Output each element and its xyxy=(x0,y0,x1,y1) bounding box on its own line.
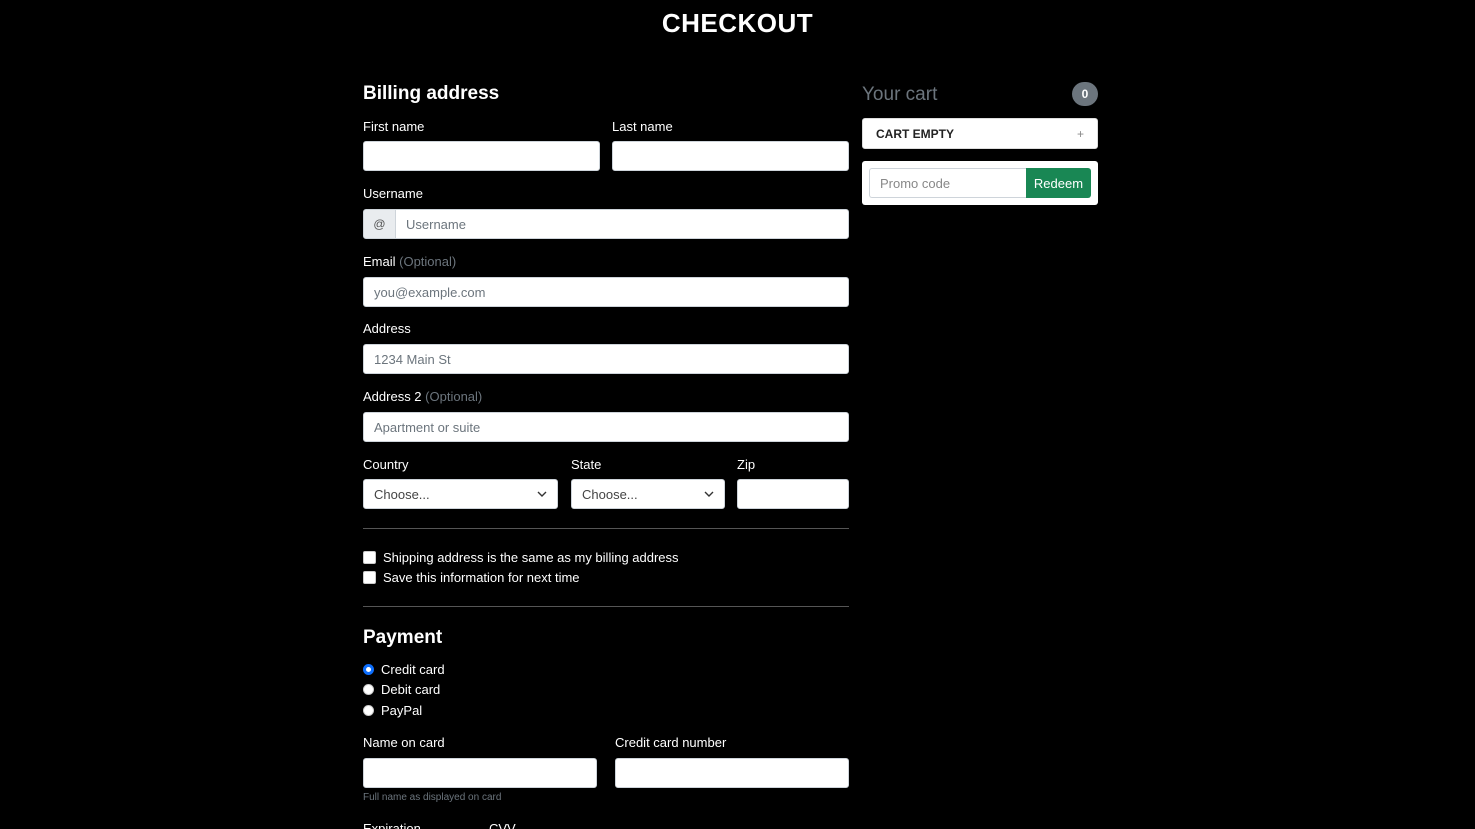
save-info-checkbox[interactable] xyxy=(363,571,376,584)
country-select[interactable]: Choose... xyxy=(363,479,558,509)
name-on-card-help: Full name as displayed on card xyxy=(363,792,502,803)
address2-input[interactable]: Apartment or suite xyxy=(363,412,849,442)
page-title: CHECKOUT xyxy=(661,8,814,38)
state-label: State xyxy=(571,457,602,472)
checkout-page: CHECKOUT Billing address First name Last… xyxy=(0,0,1475,829)
card-number-input[interactable] xyxy=(615,758,849,788)
address2-optional-text: (Optional) xyxy=(425,389,483,404)
first-name-label: First name xyxy=(363,119,425,134)
address2-placeholder: Apartment or suite xyxy=(374,419,481,435)
credit-card-label: Credit card xyxy=(381,662,445,677)
same-address-checkbox[interactable] xyxy=(363,551,376,564)
billing-heading: Billing address xyxy=(363,83,500,104)
address2-label-text: Address 2 xyxy=(363,389,422,404)
name-on-card-input[interactable] xyxy=(363,758,597,788)
chevron-down-icon xyxy=(704,491,714,497)
chevron-down-icon xyxy=(537,491,547,497)
email-input[interactable]: you@example.com xyxy=(363,277,849,307)
promo-form: Promo code Redeem xyxy=(862,161,1098,205)
payment-method-credit[interactable]: Credit card xyxy=(363,662,445,677)
state-selected: Choose... xyxy=(582,486,638,502)
email-label-text: Email xyxy=(363,254,396,269)
address-label: Address xyxy=(363,321,411,336)
section-divider xyxy=(363,528,849,529)
email-label: Email (Optional) xyxy=(363,254,456,269)
same-address-label: Shipping address is the same as my billi… xyxy=(383,550,679,565)
save-info-label: Save this information for next time xyxy=(383,570,580,585)
payment-method-paypal[interactable]: PayPal xyxy=(363,703,422,718)
cart-count-badge: 0 xyxy=(1072,82,1098,106)
country-label: Country xyxy=(363,457,409,472)
address2-label: Address 2 (Optional) xyxy=(363,389,482,404)
zip-input[interactable] xyxy=(737,479,849,509)
card-number-label: Credit card number xyxy=(615,735,727,750)
zip-label: Zip xyxy=(737,457,756,472)
promo-placeholder: Promo code xyxy=(880,175,951,191)
cart-heading: Your cart xyxy=(862,84,938,105)
state-select[interactable]: Choose... xyxy=(571,479,725,509)
email-optional-text: (Optional) xyxy=(399,254,457,269)
email-placeholder: you@example.com xyxy=(374,284,486,300)
paypal-radio[interactable] xyxy=(363,705,374,716)
username-input[interactable]: Username xyxy=(395,209,849,239)
cart-empty-item: CART EMPTY + xyxy=(862,118,1098,149)
last-name-label: Last name xyxy=(612,119,673,134)
plus-icon[interactable]: + xyxy=(1077,127,1084,141)
payment-heading: Payment xyxy=(363,627,443,648)
username-placeholder: Username xyxy=(406,216,466,232)
redeem-button[interactable]: Redeem xyxy=(1026,168,1091,198)
debit-card-label: Debit card xyxy=(381,682,441,697)
section-divider xyxy=(363,606,849,607)
promo-code-input[interactable]: Promo code xyxy=(869,168,1027,198)
same-address-option[interactable]: Shipping address is the same as my billi… xyxy=(363,550,679,565)
cart-empty-label: CART EMPTY xyxy=(876,126,954,141)
name-on-card-label: Name on card xyxy=(363,735,445,750)
last-name-input[interactable] xyxy=(612,141,849,171)
country-selected: Choose... xyxy=(374,486,430,502)
payment-method-debit[interactable]: Debit card xyxy=(363,682,440,697)
debit-card-radio[interactable] xyxy=(363,684,374,695)
expiration-label: Expiration xyxy=(363,821,421,829)
cvv-label: CVV xyxy=(489,821,516,829)
paypal-label: PayPal xyxy=(381,703,423,718)
address-placeholder: 1234 Main St xyxy=(374,351,451,367)
credit-card-radio[interactable] xyxy=(363,664,374,675)
first-name-input[interactable] xyxy=(363,141,600,171)
username-prefix: @ xyxy=(363,209,396,239)
address-input[interactable]: 1234 Main St xyxy=(363,344,849,374)
save-info-option[interactable]: Save this information for next time xyxy=(363,570,580,585)
username-label: Username xyxy=(363,186,423,201)
